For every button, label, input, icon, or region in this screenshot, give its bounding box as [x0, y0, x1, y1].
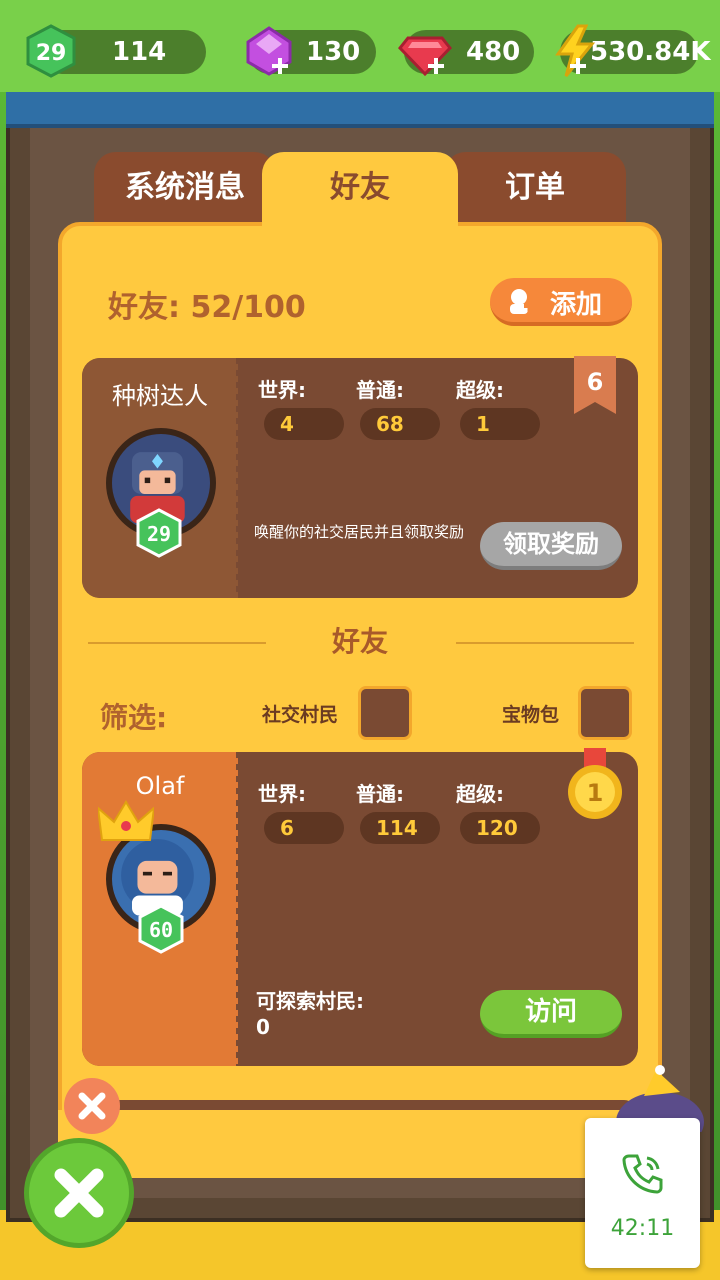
purple-gem-value: 130	[306, 37, 361, 67]
friend-stat-super-value: 120	[460, 812, 540, 844]
filter-treasure-label: 宝物包	[502, 704, 560, 726]
friend-stat-world-label: 世界:	[258, 782, 306, 806]
crown-icon	[98, 800, 154, 841]
gold-medal-icon: 1	[568, 748, 622, 819]
self-level: 29	[147, 522, 171, 546]
explore-villagers-label: 可探索村民:	[256, 989, 364, 1013]
stat-normal-value: 68	[360, 408, 440, 440]
rank-number: 6	[587, 368, 604, 396]
friends-section-title: 好友	[331, 625, 388, 658]
add-friend-label: 添加	[550, 290, 603, 320]
reward-description: 唤醒你的社交居民并且领取奖励	[254, 523, 465, 541]
friend-stat-world-value: 6	[264, 812, 344, 844]
friend-stat-normal-label: 普通:	[356, 782, 404, 806]
energy-value: 530.84K	[590, 37, 711, 67]
friends-count: 好友: 52/100	[108, 290, 306, 325]
red-gem-value: 480	[466, 37, 521, 67]
add-person-icon	[510, 289, 535, 314]
filter-social-villagers-label: 社交村民	[262, 704, 339, 726]
add-friend-button[interactable]: 添加	[490, 278, 632, 326]
rank-ribbon: 6	[574, 356, 616, 414]
tab-friends[interactable]: 好友	[262, 152, 458, 232]
self-level-badge: 29	[136, 508, 182, 558]
small-close-button[interactable]	[64, 1078, 120, 1134]
level-progress-value: 114	[112, 37, 167, 67]
purple-gem-icon[interactable]	[242, 24, 296, 78]
explore-villagers: 可探索村民: 0	[256, 988, 364, 1040]
visit-button[interactable]: 访问	[480, 990, 622, 1038]
friend-stat-super-label: 超级:	[456, 782, 504, 806]
panel-bottom	[58, 1110, 662, 1178]
board-top-rail	[6, 92, 714, 128]
filter-label: 筛选:	[100, 701, 168, 734]
tab-orders[interactable]: 订单	[444, 152, 626, 232]
tab-system-messages[interactable]: 系统消息	[94, 152, 276, 232]
friend-level: 60	[149, 918, 173, 942]
close-icon	[78, 1092, 106, 1120]
medal-rank: 1	[587, 779, 604, 807]
level-hex-icon: 29	[26, 24, 76, 78]
red-gem-icon[interactable]	[398, 24, 452, 78]
call-overlay[interactable]: 42:11	[585, 1118, 700, 1268]
filter-treasure-checkbox[interactable]	[578, 686, 632, 740]
close-icon	[54, 1168, 104, 1218]
explore-villagers-value: 0	[256, 1015, 270, 1039]
claim-reward-button[interactable]: 领取奖励	[480, 522, 622, 570]
stat-super-value: 1	[460, 408, 540, 440]
self-name: 种树达人	[112, 382, 208, 410]
level-number: 29	[36, 41, 67, 66]
stat-world-label: 世界:	[258, 378, 306, 402]
friend-level-badge: 60	[138, 904, 184, 954]
call-duration: 42:11	[610, 1216, 675, 1241]
stat-super-label: 超级:	[456, 378, 504, 402]
filter-social-villagers-checkbox[interactable]	[358, 686, 412, 740]
close-button[interactable]	[24, 1138, 134, 1248]
lightning-icon[interactable]	[548, 24, 602, 78]
currency-bar: 114 29 130 480 530.84K	[0, 0, 720, 92]
phone-call-icon	[622, 1154, 663, 1194]
stat-normal-label: 普通:	[356, 378, 404, 402]
stat-world-value: 4	[264, 408, 344, 440]
friend-name: Olaf	[135, 772, 185, 800]
friend-stat-normal-value: 114	[360, 812, 440, 844]
